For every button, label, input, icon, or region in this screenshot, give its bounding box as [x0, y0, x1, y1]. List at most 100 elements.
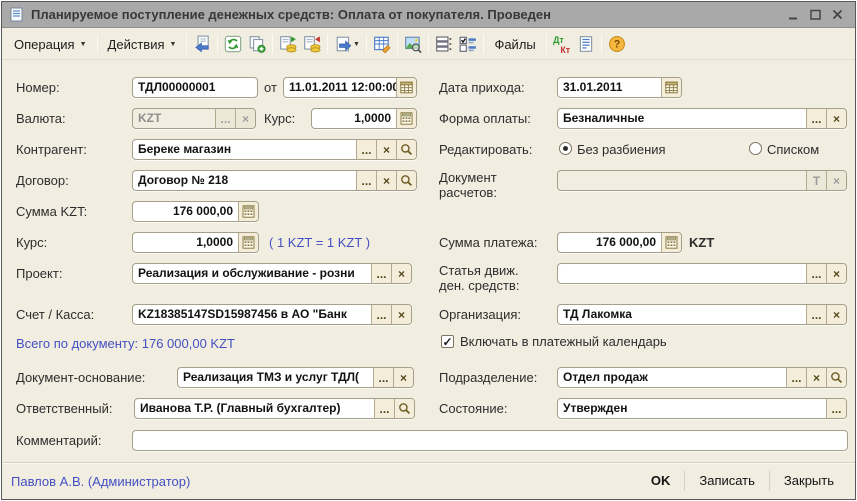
clear-button[interactable]: × [376, 171, 396, 190]
rate-input[interactable]: 1,0000 [311, 108, 417, 129]
cash-flow-item-value[interactable] [558, 264, 806, 283]
project-value[interactable]: Реализация и обслуживание - розни [133, 264, 371, 283]
clear-button[interactable]: × [826, 109, 846, 128]
arrival-date-input[interactable]: 31.01.2011 [557, 77, 682, 98]
amount-kzt-value[interactable]: 176 000,00 [133, 202, 238, 221]
department-value[interactable]: Отдел продаж [558, 368, 786, 387]
arrival-date-value[interactable]: 31.01.2011 [558, 78, 661, 97]
responsible-input[interactable]: Иванова Т.Р. (Главный бухгалтер) ... [134, 398, 415, 419]
choose-button[interactable]: ... [373, 368, 393, 387]
document-date-input[interactable]: 11.01.2011 12:00:00 [283, 77, 417, 98]
title-bar: Планируемое поступление денежных средств… [2, 2, 855, 28]
payment-form-value[interactable]: Безналичные [558, 109, 806, 128]
list-settings-button[interactable] [456, 32, 480, 56]
choose-button[interactable]: ... [806, 264, 826, 283]
settlement-document-label-line2: расчетов: [439, 185, 497, 200]
report-button[interactable] [574, 32, 598, 56]
choose-button[interactable]: ... [786, 368, 806, 387]
calculator-button[interactable] [238, 202, 258, 221]
picture-find-button[interactable] [401, 32, 425, 56]
close-button[interactable] [826, 6, 848, 24]
choose-button[interactable]: ... [356, 171, 376, 190]
rate2-input[interactable]: 1,0000 [132, 232, 259, 253]
contract-value[interactable]: Договор № 218 [133, 171, 356, 190]
document-date-value[interactable]: 11.01.2011 12:00:00 [284, 78, 396, 97]
dtkt-button[interactable]: ДтКт [550, 32, 574, 56]
copy-button[interactable] [245, 32, 269, 56]
status-value[interactable]: Утвержден [558, 399, 826, 418]
account-value[interactable]: KZ18385147SD15987456 в АО "Банк [133, 305, 371, 324]
comment-label: Комментарий: [16, 430, 102, 451]
payment-amount-value[interactable]: 176 000,00 [558, 233, 661, 252]
account-input[interactable]: KZ18385147SD15987456 в АО "Банк ... × [132, 304, 412, 325]
number-value[interactable]: ТДЛ00000001 [133, 78, 257, 97]
clear-button[interactable]: × [826, 264, 846, 283]
chevron-down-icon: ▼ [170, 41, 177, 48]
payment-form-input[interactable]: Безналичные ... × [557, 108, 847, 129]
cash-flow-item-input[interactable]: ... × [557, 263, 847, 284]
operation-menu-button[interactable]: Операция ▼ [7, 33, 94, 56]
contract-input[interactable]: Договор № 218 ... × [132, 170, 417, 191]
calculator-button[interactable] [661, 233, 681, 252]
clear-button[interactable]: × [806, 368, 826, 387]
choose-button[interactable]: ... [356, 140, 376, 159]
project-input[interactable]: Реализация и обслуживание - розни ... × [132, 263, 412, 284]
payment-amount-input[interactable]: 176 000,00 [557, 232, 682, 253]
actions-menu-button[interactable]: Действия ▼ [101, 33, 184, 56]
calendar-button[interactable] [661, 78, 681, 97]
base-document-input[interactable]: Реализация ТМЗ и услуг ТДЛ( ... × [177, 367, 414, 388]
choose-button[interactable]: ... [806, 109, 826, 128]
status-input[interactable]: Утвержден ... [557, 398, 847, 419]
base-document-value[interactable]: Реализация ТМЗ и услуг ТДЛ( [178, 368, 373, 387]
edit-table-button[interactable] [370, 32, 394, 56]
comment-input[interactable] [132, 430, 848, 451]
counterparty-value[interactable]: Береке магазин [133, 140, 356, 159]
number-input[interactable]: ТДЛ00000001 [132, 77, 258, 98]
files-button[interactable]: Файлы [487, 33, 542, 56]
close-form-button[interactable]: Закрыть [772, 469, 846, 493]
choose-button[interactable]: ... [371, 305, 391, 324]
comment-value[interactable] [133, 431, 847, 450]
goto-button[interactable]: ▼ [331, 32, 363, 56]
post-document-button[interactable] [276, 32, 300, 56]
open-button[interactable] [394, 399, 414, 418]
refresh-button[interactable] [221, 32, 245, 56]
open-button[interactable] [396, 171, 416, 190]
open-button[interactable] [396, 140, 416, 159]
rate-value[interactable]: 1,0000 [312, 109, 396, 128]
ok-button[interactable]: OK [639, 469, 683, 493]
radio-as-list[interactable] [749, 142, 762, 155]
choose-button[interactable]: ... [374, 399, 394, 418]
report-icon [577, 35, 595, 53]
post-return-button[interactable] [190, 32, 214, 56]
department-input[interactable]: Отдел продаж ... × [557, 367, 847, 388]
radio-no-split[interactable] [559, 142, 572, 155]
clear-button[interactable]: × [826, 305, 846, 324]
maximize-button[interactable] [804, 6, 826, 24]
choose-button[interactable]: ... [371, 264, 391, 283]
counterparty-input[interactable]: Береке магазин ... × [132, 139, 417, 160]
unpost-document-button[interactable] [300, 32, 324, 56]
help-button[interactable]: ? [605, 32, 629, 56]
settlement-document-label-line1: Документ [439, 170, 497, 185]
choose-button[interactable]: ... [826, 399, 846, 418]
clear-button[interactable]: × [376, 140, 396, 159]
rate2-value[interactable]: 1,0000 [133, 233, 238, 252]
payment-calendar-checkbox[interactable]: ✓ [441, 335, 454, 348]
clear-button[interactable]: × [391, 305, 411, 324]
calculator-button[interactable] [396, 109, 416, 128]
minimize-button[interactable] [782, 6, 804, 24]
organization-input[interactable]: ТД Лакомка ... × [557, 304, 847, 325]
text-type-button: T [806, 171, 826, 190]
organization-value[interactable]: ТД Лакомка [558, 305, 806, 324]
clear-button[interactable]: × [393, 368, 413, 387]
save-button[interactable]: Записать [687, 469, 767, 493]
clear-button[interactable]: × [391, 264, 411, 283]
responsible-value[interactable]: Иванова Т.Р. (Главный бухгалтер) [135, 399, 374, 418]
calculator-button[interactable] [238, 233, 258, 252]
list-rows-button[interactable] [432, 32, 456, 56]
choose-button[interactable]: ... [806, 305, 826, 324]
open-button[interactable] [826, 368, 846, 387]
amount-kzt-input[interactable]: 176 000,00 [132, 201, 259, 222]
calendar-button[interactable] [396, 78, 416, 97]
